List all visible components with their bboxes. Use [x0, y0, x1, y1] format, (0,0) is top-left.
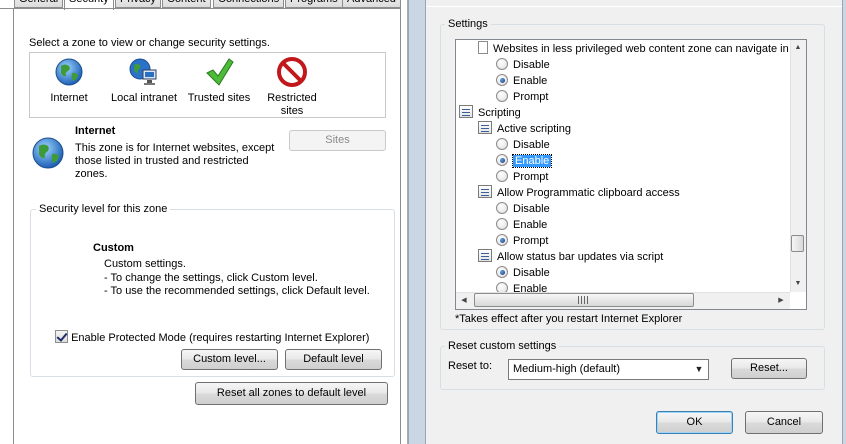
scroll-left-arrow-icon[interactable]: ◀ [456, 292, 472, 309]
setting-option-row[interactable]: Prompt [496, 233, 548, 249]
setting-option-row[interactable]: Disable [496, 57, 550, 73]
cancel-button[interactable]: Cancel [745, 411, 823, 434]
radio-button[interactable] [496, 138, 508, 150]
radio-button[interactable] [496, 90, 508, 102]
setting-label: Active scripting [497, 123, 571, 135]
setting-option-row[interactable]: Enable [496, 153, 553, 169]
reset-button[interactable]: Reset... [731, 358, 807, 379]
settings-group-icon [478, 185, 492, 198]
scroll-up-arrow-icon[interactable]: ▲ [790, 40, 806, 56]
radio-button[interactable] [496, 58, 508, 70]
setting-heading-row: Active scripting [478, 121, 571, 137]
radio-button[interactable] [496, 74, 508, 86]
settings-group-icon [478, 249, 492, 262]
setting-label: Scripting [478, 107, 521, 119]
setting-label: Prompt [513, 235, 549, 247]
setting-label: Disable [513, 203, 550, 215]
setting-label: Prompt [513, 171, 549, 183]
scroll-down-arrow-icon[interactable]: ▼ [790, 276, 806, 292]
chevron-down-icon[interactable]: ▼ [689, 359, 709, 380]
radio-button[interactable] [496, 266, 508, 278]
vertical-scroll-thumb[interactable] [791, 235, 804, 252]
setting-label: Disable [513, 59, 550, 71]
radio-button[interactable] [496, 234, 508, 246]
left-pane-edge [0, 0, 408, 444]
setting-option-row[interactable]: Prompt [496, 89, 548, 105]
restart-note: *Takes effect after you restart Internet… [455, 313, 683, 325]
setting-label: Disable [513, 139, 550, 151]
settings-tree[interactable]: Websites in less privileged web content … [455, 39, 807, 310]
radio-button[interactable] [496, 202, 508, 214]
setting-option-row[interactable]: Disable [496, 137, 550, 153]
reset-custom-settings-legend: Reset custom settings [445, 340, 560, 352]
page-icon [478, 41, 488, 54]
settings-legend: Settings [445, 18, 491, 30]
vertical-scrollbar[interactable] [790, 40, 806, 292]
setting-label: Disable [513, 267, 550, 279]
setting-option-row[interactable]: Prompt [496, 169, 548, 185]
setting-label: Enable [513, 75, 548, 87]
setting-label: Allow status bar updates via script [497, 251, 664, 263]
settings-group-icon [459, 105, 473, 118]
radio-button[interactable] [496, 154, 508, 166]
setting-heading-row: Scripting [459, 105, 521, 121]
setting-label: Websites in less privileged web content … [493, 43, 789, 55]
window-right-edge [842, 0, 846, 444]
setting-label: Prompt [513, 91, 549, 103]
setting-label: Allow Programmatic clipboard access [497, 187, 680, 199]
pane-top-edge [426, 6, 844, 7]
radio-button[interactable] [496, 218, 508, 230]
reset-to-select[interactable]: Medium-high (default) [508, 359, 709, 380]
window-divider [408, 0, 426, 444]
scroll-right-arrow-icon[interactable]: ▶ [773, 292, 789, 309]
setting-label: Enable [511, 154, 553, 168]
setting-heading-row: Allow Programmatic clipboard access [478, 185, 680, 201]
radio-button[interactable] [496, 170, 508, 182]
reset-to-value: Medium-high (default) [513, 363, 620, 375]
reset-to-label: Reset to: [448, 360, 493, 372]
settings-group-icon [478, 121, 492, 134]
setting-heading-row: Websites in less privileged web content … [478, 41, 789, 57]
setting-option-row[interactable]: Disable [496, 201, 550, 217]
setting-option-row[interactable]: Enable [496, 73, 547, 89]
scroll-grip-icon [578, 296, 590, 304]
setting-label: Enable [513, 219, 548, 231]
setting-option-row[interactable]: Enable [496, 217, 547, 233]
ok-button[interactable]: OK [656, 411, 733, 434]
setting-option-row[interactable]: Disable [496, 265, 550, 281]
setting-heading-row: Allow status bar updates via script [478, 249, 663, 265]
